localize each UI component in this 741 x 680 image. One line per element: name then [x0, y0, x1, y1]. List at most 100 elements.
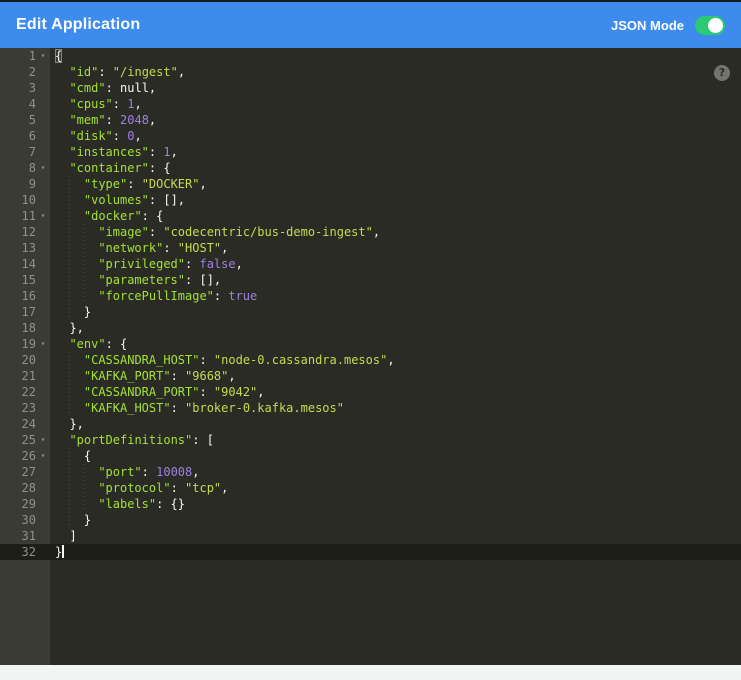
gutter-cell[interactable]: 10 [0, 192, 50, 208]
code-text[interactable]: "cpus": 1, [50, 96, 142, 112]
code-line[interactable]: 13"network": "HOST", [0, 240, 741, 256]
code-text[interactable]: "type": "DOCKER", [50, 176, 207, 192]
code-line[interactable]: 21"KAFKA_PORT": "9668", [0, 368, 741, 384]
gutter-cell[interactable]: 19▾ [0, 336, 50, 352]
code-text[interactable]: "parameters": [], [50, 272, 221, 288]
gutter-cell[interactable]: 11▾ [0, 208, 50, 224]
code-text[interactable]: "forcePullImage": true [50, 288, 257, 304]
fold-arrow-icon[interactable]: ▾ [36, 432, 50, 448]
code-line[interactable]: 4"cpus": 1, [0, 96, 741, 112]
gutter-cell[interactable]: 25▾ [0, 432, 50, 448]
code-text[interactable]: "protocol": "tcp", [50, 480, 228, 496]
code-text[interactable]: "mem": 2048, [50, 112, 156, 128]
code-line[interactable]: 11▾"docker": { [0, 208, 741, 224]
fold-arrow-icon[interactable]: ▾ [36, 448, 50, 464]
gutter-cell[interactable]: 9 [0, 176, 50, 192]
gutter-cell[interactable]: 4 [0, 96, 50, 112]
gutter-cell[interactable]: 14 [0, 256, 50, 272]
gutter-cell[interactable]: 12 [0, 224, 50, 240]
code-text[interactable]: }, [50, 320, 84, 336]
code-text[interactable]: "disk": 0, [50, 128, 142, 144]
gutter-cell[interactable]: 31 [0, 528, 50, 544]
code-text[interactable]: "container": { [50, 160, 171, 176]
code-text[interactable]: "privileged": false, [50, 256, 243, 272]
code-text[interactable]: "port": 10008, [50, 464, 199, 480]
code-text[interactable]: "docker": { [50, 208, 163, 224]
gutter-cell[interactable]: 21 [0, 368, 50, 384]
fold-arrow-icon[interactable]: ▾ [36, 48, 50, 64]
code-text[interactable]: "cmd": null, [50, 80, 156, 96]
code-line[interactable]: 7"instances": 1, [0, 144, 741, 160]
code-text[interactable]: } [50, 304, 91, 320]
gutter-cell[interactable]: 7 [0, 144, 50, 160]
code-line[interactable]: 6"disk": 0, [0, 128, 741, 144]
code-text[interactable]: { [50, 48, 62, 64]
fold-arrow-icon[interactable]: ▾ [36, 208, 50, 224]
code-text[interactable]: } [50, 544, 64, 560]
code-line[interactable]: 9"type": "DOCKER", [0, 176, 741, 192]
code-line[interactable]: 16"forcePullImage": true [0, 288, 741, 304]
gutter-cell[interactable]: 17 [0, 304, 50, 320]
gutter-cell[interactable]: 5 [0, 112, 50, 128]
gutter-cell[interactable]: 23 [0, 400, 50, 416]
gutter-cell[interactable]: 15 [0, 272, 50, 288]
code-line[interactable]: 18}, [0, 320, 741, 336]
gutter-cell[interactable]: 1▾ [0, 48, 50, 64]
code-line[interactable]: 3"cmd": null, [0, 80, 741, 96]
code-line[interactable]: 25▾"portDefinitions": [ [0, 432, 741, 448]
code-line[interactable]: 14"privileged": false, [0, 256, 741, 272]
code-text[interactable]: "network": "HOST", [50, 240, 228, 256]
gutter-cell[interactable]: 16 [0, 288, 50, 304]
code-line[interactable]: 22"CASSANDRA_PORT": "9042", [0, 384, 741, 400]
help-icon[interactable]: ? [714, 65, 730, 81]
code-line[interactable]: 27"port": 10008, [0, 464, 741, 480]
json-editor[interactable]: 1▾{2"id": "/ingest",3"cmd": null,4"cpus"… [0, 48, 741, 665]
code-line[interactable]: 5"mem": 2048, [0, 112, 741, 128]
code-line[interactable]: 31] [0, 528, 741, 544]
code-line[interactable]: 32} [0, 544, 741, 560]
code-text[interactable]: "labels": {} [50, 496, 185, 512]
code-text[interactable]: "id": "/ingest", [50, 64, 185, 80]
gutter-cell[interactable]: 28 [0, 480, 50, 496]
gutter-cell[interactable]: 22 [0, 384, 50, 400]
code-line[interactable]: 28"protocol": "tcp", [0, 480, 741, 496]
json-mode-toggle[interactable] [695, 16, 725, 35]
gutter-cell[interactable]: 27 [0, 464, 50, 480]
code-text[interactable]: "instances": 1, [50, 144, 178, 160]
gutter-cell[interactable]: 3 [0, 80, 50, 96]
code-line[interactable]: 24}, [0, 416, 741, 432]
gutter-cell[interactable]: 6 [0, 128, 50, 144]
gutter-cell[interactable]: 2 [0, 64, 50, 80]
code-line[interactable]: 2"id": "/ingest", [0, 64, 741, 80]
code-text[interactable]: "volumes": [], [50, 192, 185, 208]
code-text[interactable]: { [50, 448, 91, 464]
fold-arrow-icon[interactable]: ▾ [36, 336, 50, 352]
fold-arrow-icon[interactable]: ▾ [36, 160, 50, 176]
code-line[interactable]: 19▾"env": { [0, 336, 741, 352]
code-line[interactable]: 8▾"container": { [0, 160, 741, 176]
code-line[interactable]: 26▾{ [0, 448, 741, 464]
code-text[interactable]: "KAFKA_PORT": "9668", [50, 368, 236, 384]
code-line[interactable]: 30} [0, 512, 741, 528]
code-lines[interactable]: 1▾{2"id": "/ingest",3"cmd": null,4"cpus"… [0, 48, 741, 560]
code-text[interactable]: "image": "codecentric/bus-demo-ingest", [50, 224, 380, 240]
code-text[interactable]: }, [50, 416, 84, 432]
code-line[interactable]: 23"KAFKA_HOST": "broker-0.kafka.mesos" [0, 400, 741, 416]
code-line[interactable]: 15"parameters": [], [0, 272, 741, 288]
code-text[interactable]: "portDefinitions": [ [50, 432, 214, 448]
code-text[interactable]: "CASSANDRA_PORT": "9042", [50, 384, 265, 400]
code-line[interactable]: 29"labels": {} [0, 496, 741, 512]
code-text[interactable]: ] [50, 528, 77, 544]
gutter-cell[interactable]: 32 [0, 544, 50, 560]
code-line[interactable]: 20"CASSANDRA_HOST": "node-0.cassandra.me… [0, 352, 741, 368]
gutter-cell[interactable]: 18 [0, 320, 50, 336]
code-line[interactable]: 1▾{ [0, 48, 741, 64]
gutter-cell[interactable]: 8▾ [0, 160, 50, 176]
code-text[interactable]: "env": { [50, 336, 127, 352]
code-text[interactable]: "KAFKA_HOST": "broker-0.kafka.mesos" [50, 400, 344, 416]
code-text[interactable]: "CASSANDRA_HOST": "node-0.cassandra.meso… [50, 352, 395, 368]
gutter-cell[interactable]: 13 [0, 240, 50, 256]
gutter-cell[interactable]: 20 [0, 352, 50, 368]
gutter-cell[interactable]: 30 [0, 512, 50, 528]
gutter-cell[interactable]: 24 [0, 416, 50, 432]
